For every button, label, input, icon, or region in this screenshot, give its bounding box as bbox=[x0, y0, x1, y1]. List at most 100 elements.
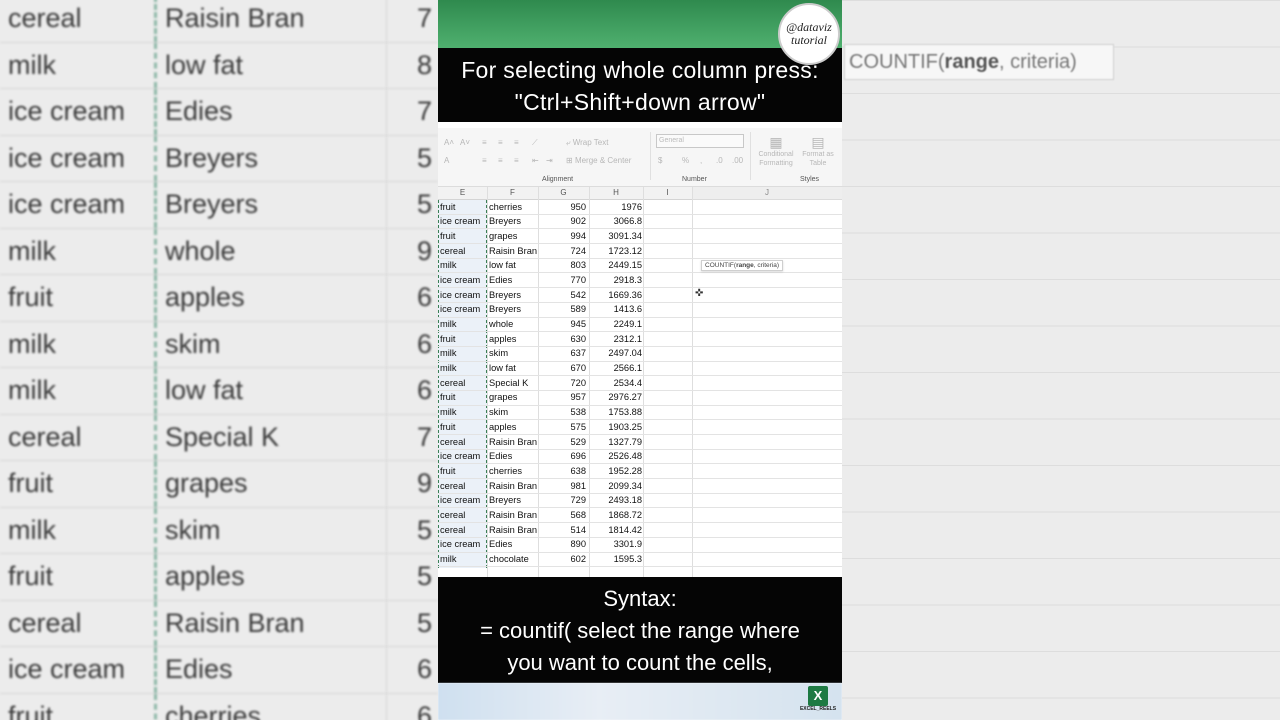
cell-quantity[interactable]: 589 bbox=[538, 304, 586, 314]
cell-quantity[interactable]: 890 bbox=[538, 539, 586, 549]
cell-product[interactable]: apples bbox=[489, 422, 516, 432]
cell-quantity[interactable]: 542 bbox=[538, 290, 586, 300]
cell-quantity[interactable]: 568 bbox=[538, 510, 586, 520]
cell-amount[interactable]: 1413.6 bbox=[586, 304, 642, 314]
indent-icon[interactable]: ⇤ bbox=[532, 156, 539, 168]
cell-product[interactable]: whole bbox=[489, 319, 513, 329]
cell-quantity[interactable]: 981 bbox=[538, 481, 586, 491]
decrease-decimal-icon[interactable]: .00 bbox=[732, 156, 743, 168]
cell-quantity[interactable]: 630 bbox=[538, 334, 586, 344]
cell-product[interactable]: grapes bbox=[489, 231, 517, 241]
cell-quantity[interactable]: 803 bbox=[538, 260, 586, 270]
cell-product[interactable]: grapes bbox=[489, 392, 517, 402]
comma-icon[interactable]: , bbox=[700, 156, 702, 168]
cell-product[interactable]: Raisin Bran bbox=[489, 525, 537, 535]
cell-amount[interactable]: 2249.1 bbox=[586, 319, 642, 329]
column-header-g[interactable]: G bbox=[538, 188, 589, 197]
font-size-up-icon[interactable]: A˄ bbox=[444, 138, 454, 150]
cell-amount[interactable]: 3301.9 bbox=[586, 539, 642, 549]
align-right-icon[interactable]: ≡ bbox=[514, 156, 519, 168]
font-size-down-icon[interactable]: A˅ bbox=[460, 138, 470, 150]
column-header-h[interactable]: H bbox=[589, 188, 643, 197]
cell-category[interactable]: milk bbox=[440, 319, 457, 329]
cell-amount[interactable]: 2566.1 bbox=[586, 363, 642, 373]
align-middle-icon[interactable]: ≡ bbox=[498, 138, 503, 150]
cell-amount[interactable]: 2918.3 bbox=[586, 275, 642, 285]
cell-category[interactable]: fruit bbox=[440, 422, 456, 432]
cell-product[interactable]: Raisin Bran bbox=[489, 246, 537, 256]
cell-category[interactable]: ice cream bbox=[440, 216, 480, 226]
cell-product[interactable]: Breyers bbox=[489, 495, 521, 505]
column-header-f[interactable]: F bbox=[487, 188, 538, 197]
cell-category[interactable]: cereal bbox=[440, 437, 465, 447]
cell-category[interactable]: milk bbox=[440, 363, 457, 373]
cell-category[interactable]: cereal bbox=[440, 510, 465, 520]
cell-amount[interactable]: 1814.42 bbox=[586, 525, 642, 535]
cell-category[interactable]: fruit bbox=[440, 392, 456, 402]
cell-quantity[interactable]: 729 bbox=[538, 495, 586, 505]
cell-amount[interactable]: 1327.79 bbox=[586, 437, 642, 447]
cell-amount[interactable]: 1753.88 bbox=[586, 407, 642, 417]
cell-quantity[interactable]: 638 bbox=[538, 466, 586, 476]
cell-amount[interactable]: 2534.4 bbox=[586, 378, 642, 388]
cell-category[interactable]: milk bbox=[440, 554, 457, 564]
column-header-e[interactable]: E bbox=[438, 188, 487, 197]
column-header-i[interactable]: I bbox=[643, 188, 692, 197]
cell-quantity[interactable]: 696 bbox=[538, 451, 586, 461]
align-center-icon[interactable]: ≡ bbox=[498, 156, 503, 168]
number-format-select[interactable]: General bbox=[656, 134, 744, 148]
cell-product[interactable]: low fat bbox=[489, 260, 516, 270]
cell-quantity[interactable]: 720 bbox=[538, 378, 586, 388]
format-as-table-button[interactable]: ▤ Format as Table bbox=[798, 134, 838, 174]
cell-category[interactable]: cereal bbox=[440, 481, 465, 491]
cell-quantity[interactable]: 945 bbox=[538, 319, 586, 329]
cell-quantity[interactable]: 957 bbox=[538, 392, 586, 402]
align-top-icon[interactable]: ≡ bbox=[482, 138, 487, 150]
cell-category[interactable]: ice cream bbox=[440, 495, 480, 505]
cell-product[interactable]: Raisin Bran bbox=[489, 437, 537, 447]
cell-category[interactable]: fruit bbox=[440, 334, 456, 344]
cell-amount[interactable]: 2312.1 bbox=[586, 334, 642, 344]
cell-amount[interactable]: 2497.04 bbox=[586, 348, 642, 358]
cell-category[interactable]: fruit bbox=[440, 202, 456, 212]
cell-quantity[interactable]: 994 bbox=[538, 231, 586, 241]
cell-amount[interactable]: 1723.12 bbox=[586, 246, 642, 256]
cell-product[interactable]: cherries bbox=[489, 466, 522, 476]
cell-amount[interactable]: 1868.72 bbox=[586, 510, 642, 520]
percent-icon[interactable]: % bbox=[682, 156, 689, 168]
wrap-text-button[interactable]: ⤶ Wrap Text bbox=[566, 138, 608, 150]
cell-quantity[interactable]: 514 bbox=[538, 525, 586, 535]
cell-quantity[interactable]: 529 bbox=[538, 437, 586, 447]
cell-amount[interactable]: 1976 bbox=[586, 202, 642, 212]
cell-product[interactable]: low fat bbox=[489, 363, 516, 373]
align-left-icon[interactable]: ≡ bbox=[482, 156, 487, 168]
cell-product[interactable]: Raisin Bran bbox=[489, 510, 537, 520]
cell-quantity[interactable]: 950 bbox=[538, 202, 586, 212]
cell-product[interactable]: Edies bbox=[489, 539, 512, 549]
cell-category[interactable]: cereal bbox=[440, 525, 465, 535]
orientation-icon[interactable]: ⟋ bbox=[532, 138, 538, 150]
cell-category[interactable]: milk bbox=[440, 407, 457, 417]
spreadsheet-grid[interactable]: fruit cherries 950 1976 ice cream Breyers 902 3… bbox=[438, 200, 842, 568]
merge-center-button[interactable]: ⊞ Merge & Center bbox=[566, 156, 631, 168]
cell-amount[interactable]: 2526.48 bbox=[586, 451, 642, 461]
cell-quantity[interactable]: 724 bbox=[538, 246, 586, 256]
cell-product[interactable]: Raisin Bran bbox=[489, 481, 537, 491]
currency-icon[interactable]: $ bbox=[658, 156, 662, 168]
cell-category[interactable]: ice cream bbox=[440, 451, 480, 461]
cell-quantity[interactable]: 575 bbox=[538, 422, 586, 432]
cell-category[interactable]: ice cream bbox=[440, 539, 480, 549]
cell-product[interactable]: Special K bbox=[489, 378, 528, 388]
cell-category[interactable]: ice cream bbox=[440, 304, 480, 314]
cell-quantity[interactable]: 538 bbox=[538, 407, 586, 417]
cell-product[interactable]: Breyers bbox=[489, 304, 521, 314]
cell-amount[interactable]: 3066.8 bbox=[586, 216, 642, 226]
cell-amount[interactable]: 1903.25 bbox=[586, 422, 642, 432]
cell-category[interactable]: milk bbox=[440, 348, 457, 358]
increase-decimal-icon[interactable]: .0 bbox=[716, 156, 723, 168]
cell-product[interactable]: Edies bbox=[489, 451, 512, 461]
cell-product[interactable]: Breyers bbox=[489, 290, 521, 300]
cell-amount[interactable]: 3091.34 bbox=[586, 231, 642, 241]
cell-quantity[interactable]: 670 bbox=[538, 363, 586, 373]
cell-category[interactable]: cereal bbox=[440, 378, 465, 388]
